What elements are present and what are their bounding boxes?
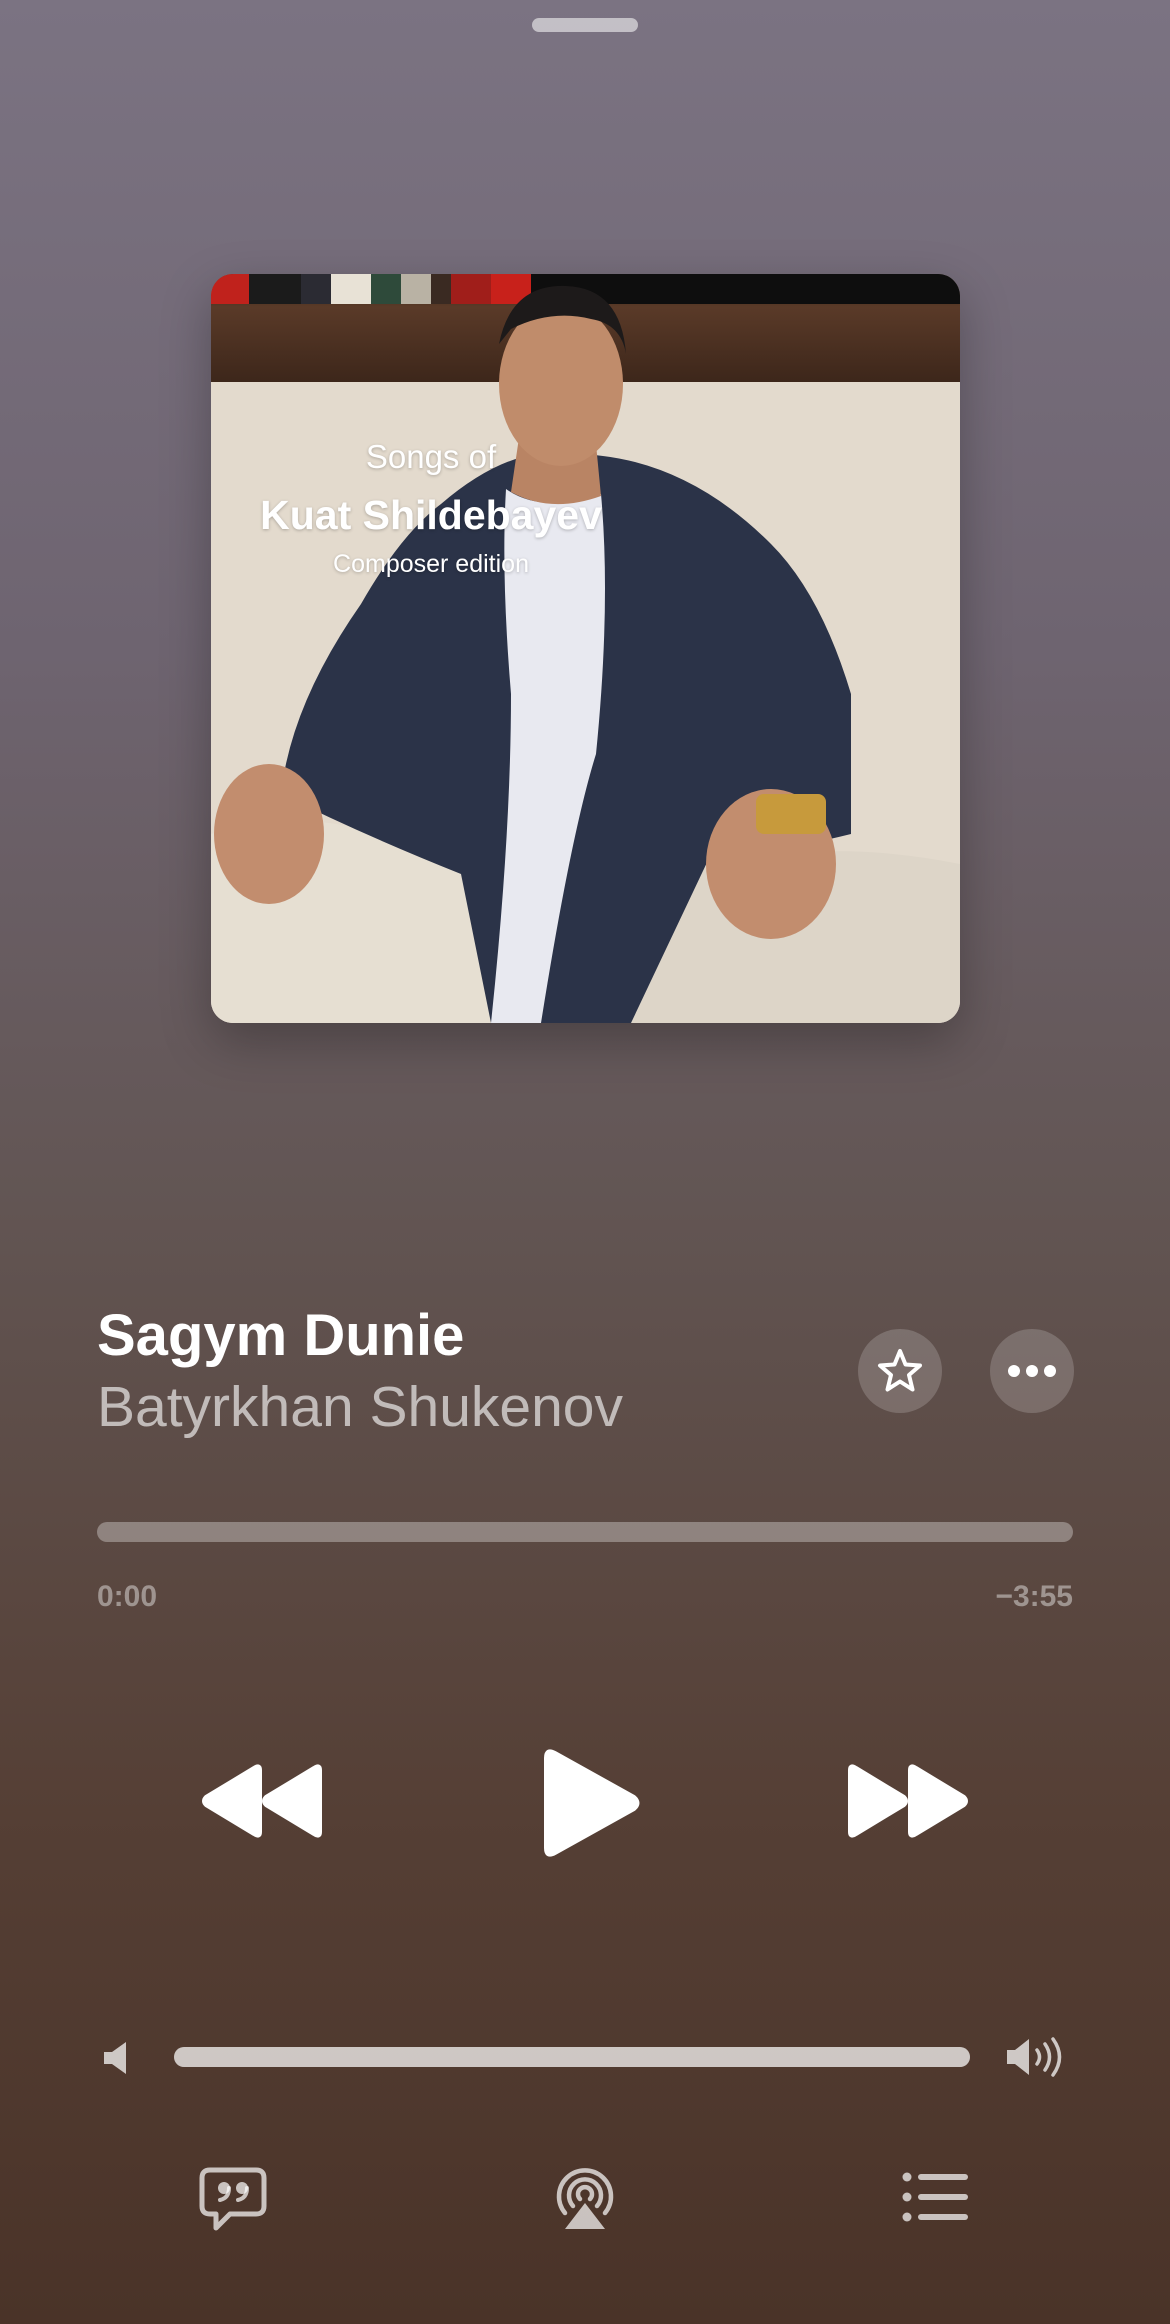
artwork-portrait (211, 285, 960, 1023)
rewind-button[interactable] (202, 1764, 324, 1838)
lyrics-quote-bubble-icon (199, 2167, 267, 2231)
airplay-button[interactable] (551, 2165, 619, 2231)
rewind-icon (202, 1764, 322, 1838)
artwork-line-3: Composer edition (333, 550, 529, 578)
fast-forward-icon (848, 1764, 968, 1838)
star-icon (878, 1349, 922, 1392)
speaker-high-icon (1007, 2037, 1062, 2077)
album-artwork: Songs of Kuat Shildebayev Composer editi… (211, 274, 960, 1023)
play-button[interactable] (540, 1748, 642, 1858)
sheet-grabber[interactable] (532, 18, 638, 32)
artwork-line-1: Songs of (365, 438, 497, 475)
elapsed-time: 0:00 (97, 1580, 158, 1613)
speaker-low-icon (104, 2042, 126, 2074)
artist-name[interactable]: Batyrkhan Shukenov (97, 1374, 623, 1440)
volume-fill (174, 2047, 970, 2067)
favorite-button[interactable] (858, 1329, 942, 1413)
ellipsis-icon (1008, 1365, 1056, 1377)
list-icon (902, 2172, 968, 2222)
volume-slider[interactable] (174, 2047, 970, 2067)
fast-forward-button[interactable] (846, 1764, 968, 1838)
artwork-line-2: Kuat Shildebayev (260, 492, 602, 538)
playback-progress-slider[interactable] (97, 1522, 1073, 1542)
play-icon (544, 1749, 640, 1857)
song-title: Sagym Dunie (97, 1303, 465, 1368)
lyrics-button[interactable] (198, 2166, 268, 2234)
queue-button[interactable] (902, 2172, 968, 2222)
more-options-button[interactable] (990, 1329, 1074, 1413)
remaining-time: −3:55 (995, 1580, 1073, 1613)
